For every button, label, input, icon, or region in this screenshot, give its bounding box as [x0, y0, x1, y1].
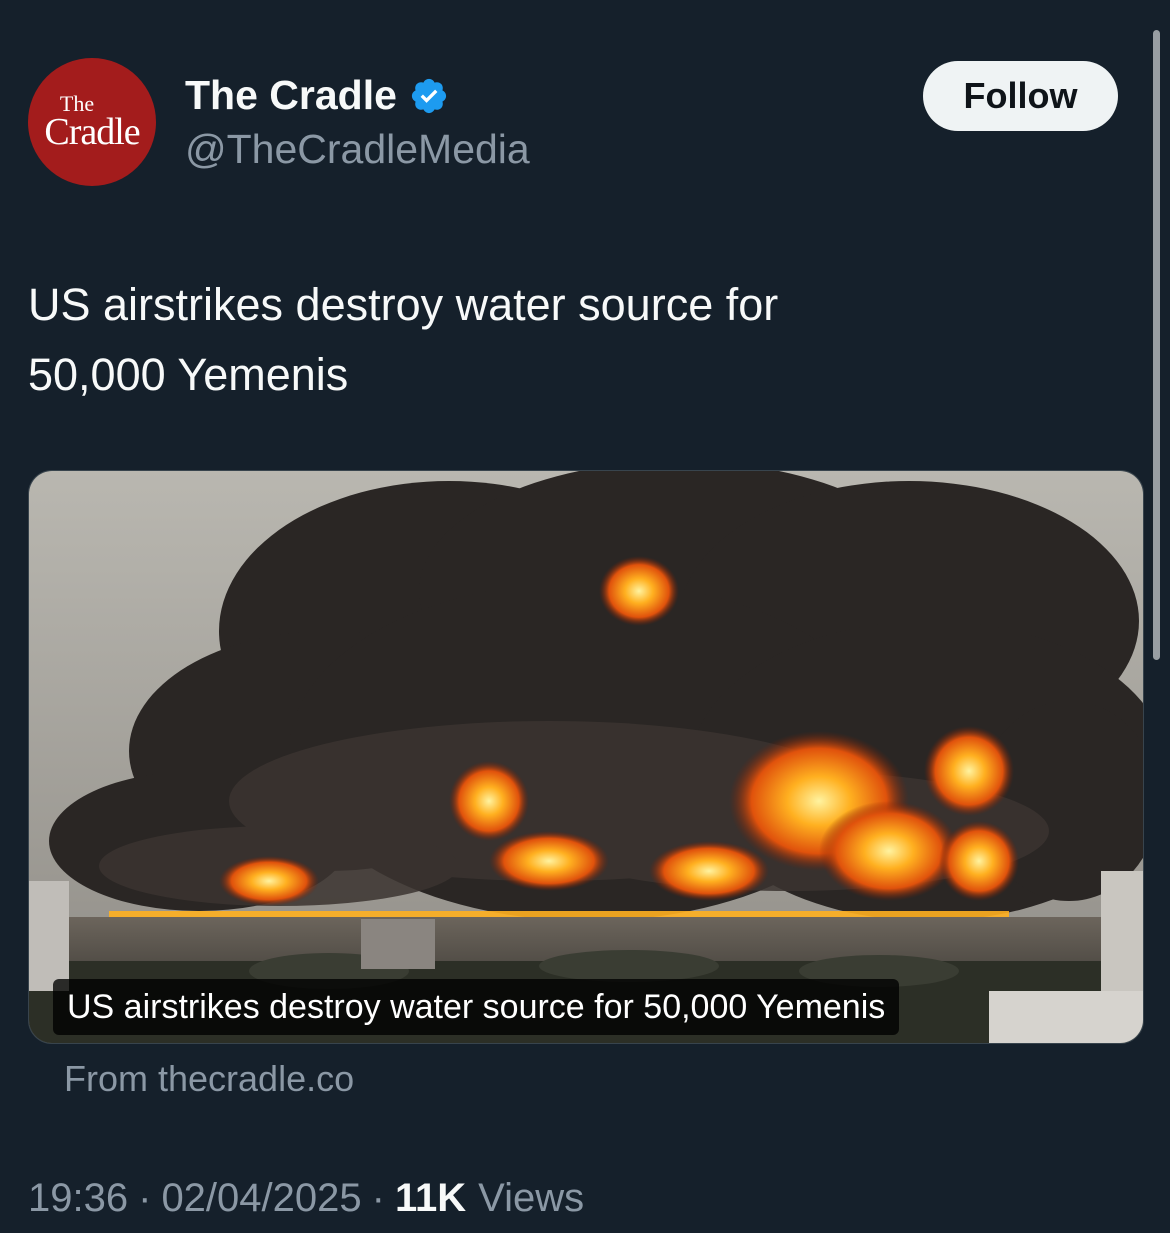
author-handle[interactable]: @TheCradleMedia: [185, 126, 530, 173]
verified-badge-icon: [411, 78, 446, 113]
tweet-text-line-2: 50,000 Yemenis: [28, 349, 349, 400]
tweet-time[interactable]: 19:36: [28, 1176, 128, 1221]
author-display-name[interactable]: The Cradle: [185, 72, 397, 119]
tweet-text-line-1: US airstrikes destroy water source for: [28, 279, 779, 330]
avatar-text-brand: Cradle: [44, 111, 140, 153]
scrollbar[interactable]: [1153, 30, 1160, 660]
author-avatar[interactable]: The Cradle: [28, 58, 156, 186]
follow-button[interactable]: Follow: [923, 61, 1118, 131]
tweet-text: US airstrikes destroy water source for 5…: [28, 270, 1028, 410]
tweet-meta: 19:36 · 02/04/2025 · 11K Views: [28, 1176, 584, 1221]
link-card-image: [29, 471, 1143, 1043]
link-card-caption: US airstrikes destroy water source for 5…: [53, 979, 900, 1035]
meta-separator: ·: [371, 1176, 385, 1220]
author-name-row: The Cradle: [185, 72, 449, 119]
tweet-date[interactable]: 02/04/2025: [161, 1176, 361, 1221]
meta-separator: ·: [138, 1176, 152, 1220]
link-card[interactable]: US airstrikes destroy water source for 5…: [28, 470, 1144, 1044]
views-label: Views: [478, 1176, 585, 1220]
views-count[interactable]: 11K: [395, 1176, 466, 1221]
link-source[interactable]: From thecradle.co: [64, 1058, 354, 1100]
